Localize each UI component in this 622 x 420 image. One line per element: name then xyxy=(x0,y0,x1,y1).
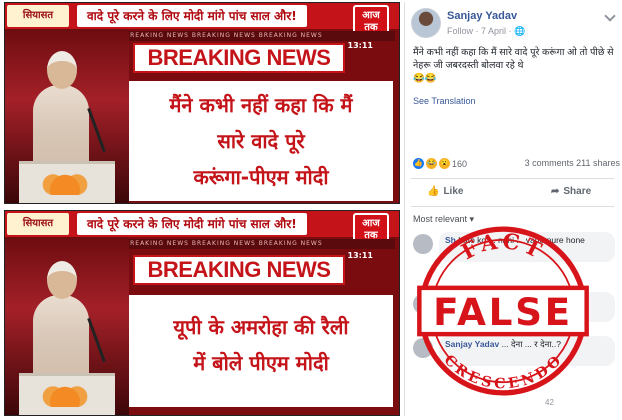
comment-bubble: Sanjay Yadav ... देना ... र देना..? xyxy=(439,336,615,366)
commenter-name[interactable]: Sanjay Yadav xyxy=(445,339,499,349)
commenter-avatar[interactable] xyxy=(413,338,433,358)
comment-sort-dropdown[interactable]: Most relevant ▾ xyxy=(413,214,474,225)
speaker-image xyxy=(5,29,129,203)
comment-bubble: ... ies may xyxy=(439,292,615,322)
quote-line: मैंने कभी नहीं कहा कि मैं xyxy=(169,93,353,117)
microphone-icon xyxy=(87,317,106,363)
like-label: Like xyxy=(443,186,464,197)
share-button[interactable]: ➦ Share xyxy=(551,186,591,197)
haha-reaction-icon: 😂 xyxy=(426,158,437,169)
quote-line: करूंगा-पीएम मोदी xyxy=(193,165,329,189)
author-avatar[interactable] xyxy=(411,8,441,38)
quote-box: यूपी के अमरोहा की रैली में बोले पीएम मोद… xyxy=(129,295,393,407)
clock-readout: 13:11 xyxy=(347,41,373,50)
breaking-strip: BREAKING NEWS BREAKING NEWS BREAKING NEW… xyxy=(125,31,395,41)
breaking-strip: BREAKING NEWS BREAKING NEWS BREAKING NEW… xyxy=(125,239,395,249)
clock-readout: 13:11 xyxy=(347,251,373,260)
comments-shares-count[interactable]: 3 comments 211 shares xyxy=(525,158,620,168)
share-label: Share xyxy=(563,186,592,197)
comment-item: ... ies may xyxy=(413,292,619,326)
lotus-logo-icon xyxy=(35,381,95,407)
comment-item: Sh hato ko ... nahi ... vade pure hone xyxy=(413,232,619,266)
thumbs-up-icon: 👍 xyxy=(427,186,440,197)
like-reaction-icon: 👍 xyxy=(413,158,424,169)
quote-line: सारे वादे पूरे xyxy=(217,129,305,153)
show-name-badge: सियासत राजनीति xyxy=(7,5,69,43)
divider xyxy=(411,178,614,179)
speaker-image xyxy=(5,237,129,415)
reaction-count: 160 xyxy=(452,158,468,169)
post-body: मैंने कभी नहीं कहा कि मैं सारे वादे पूरे… xyxy=(413,47,614,71)
quote-line: यूपी के अमरोहा की रैली xyxy=(173,315,349,339)
share-arrow-icon: ➦ xyxy=(551,186,560,197)
quote-line: में बोले पीएम मोदी xyxy=(193,351,329,375)
comment-text: hato ko ... nahi ... vade pure hone xyxy=(458,235,585,245)
comment-text: ... ies may xyxy=(445,295,484,305)
show-name-badge: सियासत राजनीति xyxy=(7,213,69,251)
chevron-down-icon[interactable] xyxy=(604,10,616,22)
commenter-avatar[interactable] xyxy=(413,234,433,254)
commenter-avatar[interactable] xyxy=(413,294,433,314)
ticker-headline: वादे पूरे करने के लिए मोदी मांगे पांच सा… xyxy=(77,213,307,235)
wow-reaction-icon: 😮 xyxy=(439,158,450,169)
reply-count[interactable]: 42 xyxy=(545,398,554,407)
reaction-summary[interactable]: 👍 😂 😮 160 xyxy=(413,158,467,169)
lotus-logo-icon xyxy=(35,169,95,195)
ticker-bar: सियासत राजनीति वादे पूरे करने के लिए मोद… xyxy=(5,211,399,251)
like-button[interactable]: 👍 Like xyxy=(427,186,463,197)
tv-screenshot-top: सियासत राजनीति वादे पूरे करने के लिए मोद… xyxy=(4,2,400,204)
post-meta: Follow · 7 April · 🌐 xyxy=(447,26,526,36)
ticker-bar: सियासत राजनीति वादे पूरे करने के लिए मोद… xyxy=(5,3,399,43)
tv-screenshot-bottom: सियासत राजनीति वादे पूरे करने के लिए मोद… xyxy=(4,210,400,416)
quote-box: मैंने कभी नहीं कहा कि मैं सारे वादे पूरे… xyxy=(129,81,393,201)
comment-bubble: Sh hato ko ... nahi ... vade pure hone xyxy=(439,232,615,262)
breaking-news-label: BREAKING NEWS xyxy=(133,255,345,285)
post-emoji: 😂😂 xyxy=(413,73,437,84)
divider xyxy=(411,206,614,207)
post-text: मैंने कभी नहीं कहा कि मैं सारे वादे पूरे… xyxy=(413,46,619,85)
author-name[interactable]: Sanjay Yadav xyxy=(447,10,517,22)
comment-item: Sanjay Yadav ... देना ... र देना..? xyxy=(413,336,619,370)
microphone-icon xyxy=(87,107,106,153)
see-translation-link[interactable]: See Translation xyxy=(413,96,476,106)
ticker-headline: वादे पूरे करने के लिए मोदी मांगे पांच सा… xyxy=(77,5,307,27)
breaking-news-label: BREAKING NEWS xyxy=(133,43,345,73)
commenter-name[interactable]: Sh xyxy=(445,235,456,245)
facebook-post: Sanjay Yadav Follow · 7 April · 🌐 मैंने … xyxy=(404,2,620,416)
comment-text: ... देना ... र देना..? xyxy=(501,339,561,349)
